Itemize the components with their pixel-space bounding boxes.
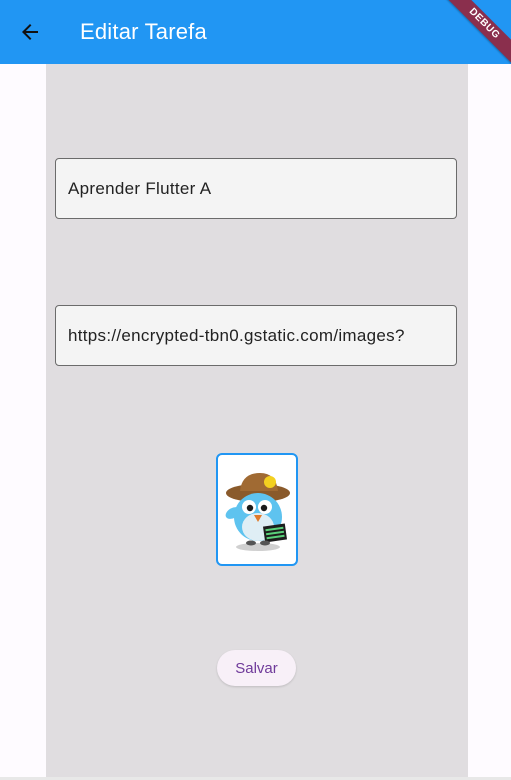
back-button[interactable] — [8, 8, 52, 56]
app-bar: Editar Tarefa DEBUG — [0, 0, 511, 64]
page-title: Editar Tarefa — [80, 19, 207, 44]
debug-banner: DEBUG — [439, 0, 511, 64]
save-button[interactable]: Salvar — [217, 650, 296, 686]
image-url-field[interactable]: https://encrypted-tbn0.gstatic.com/image… — [55, 305, 457, 366]
bird-mascot-image — [225, 473, 290, 551]
task-name-field[interactable]: Aprender Flutter A — [55, 158, 457, 219]
arrow-left-icon — [22, 24, 38, 40]
task-image-preview — [216, 453, 298, 566]
